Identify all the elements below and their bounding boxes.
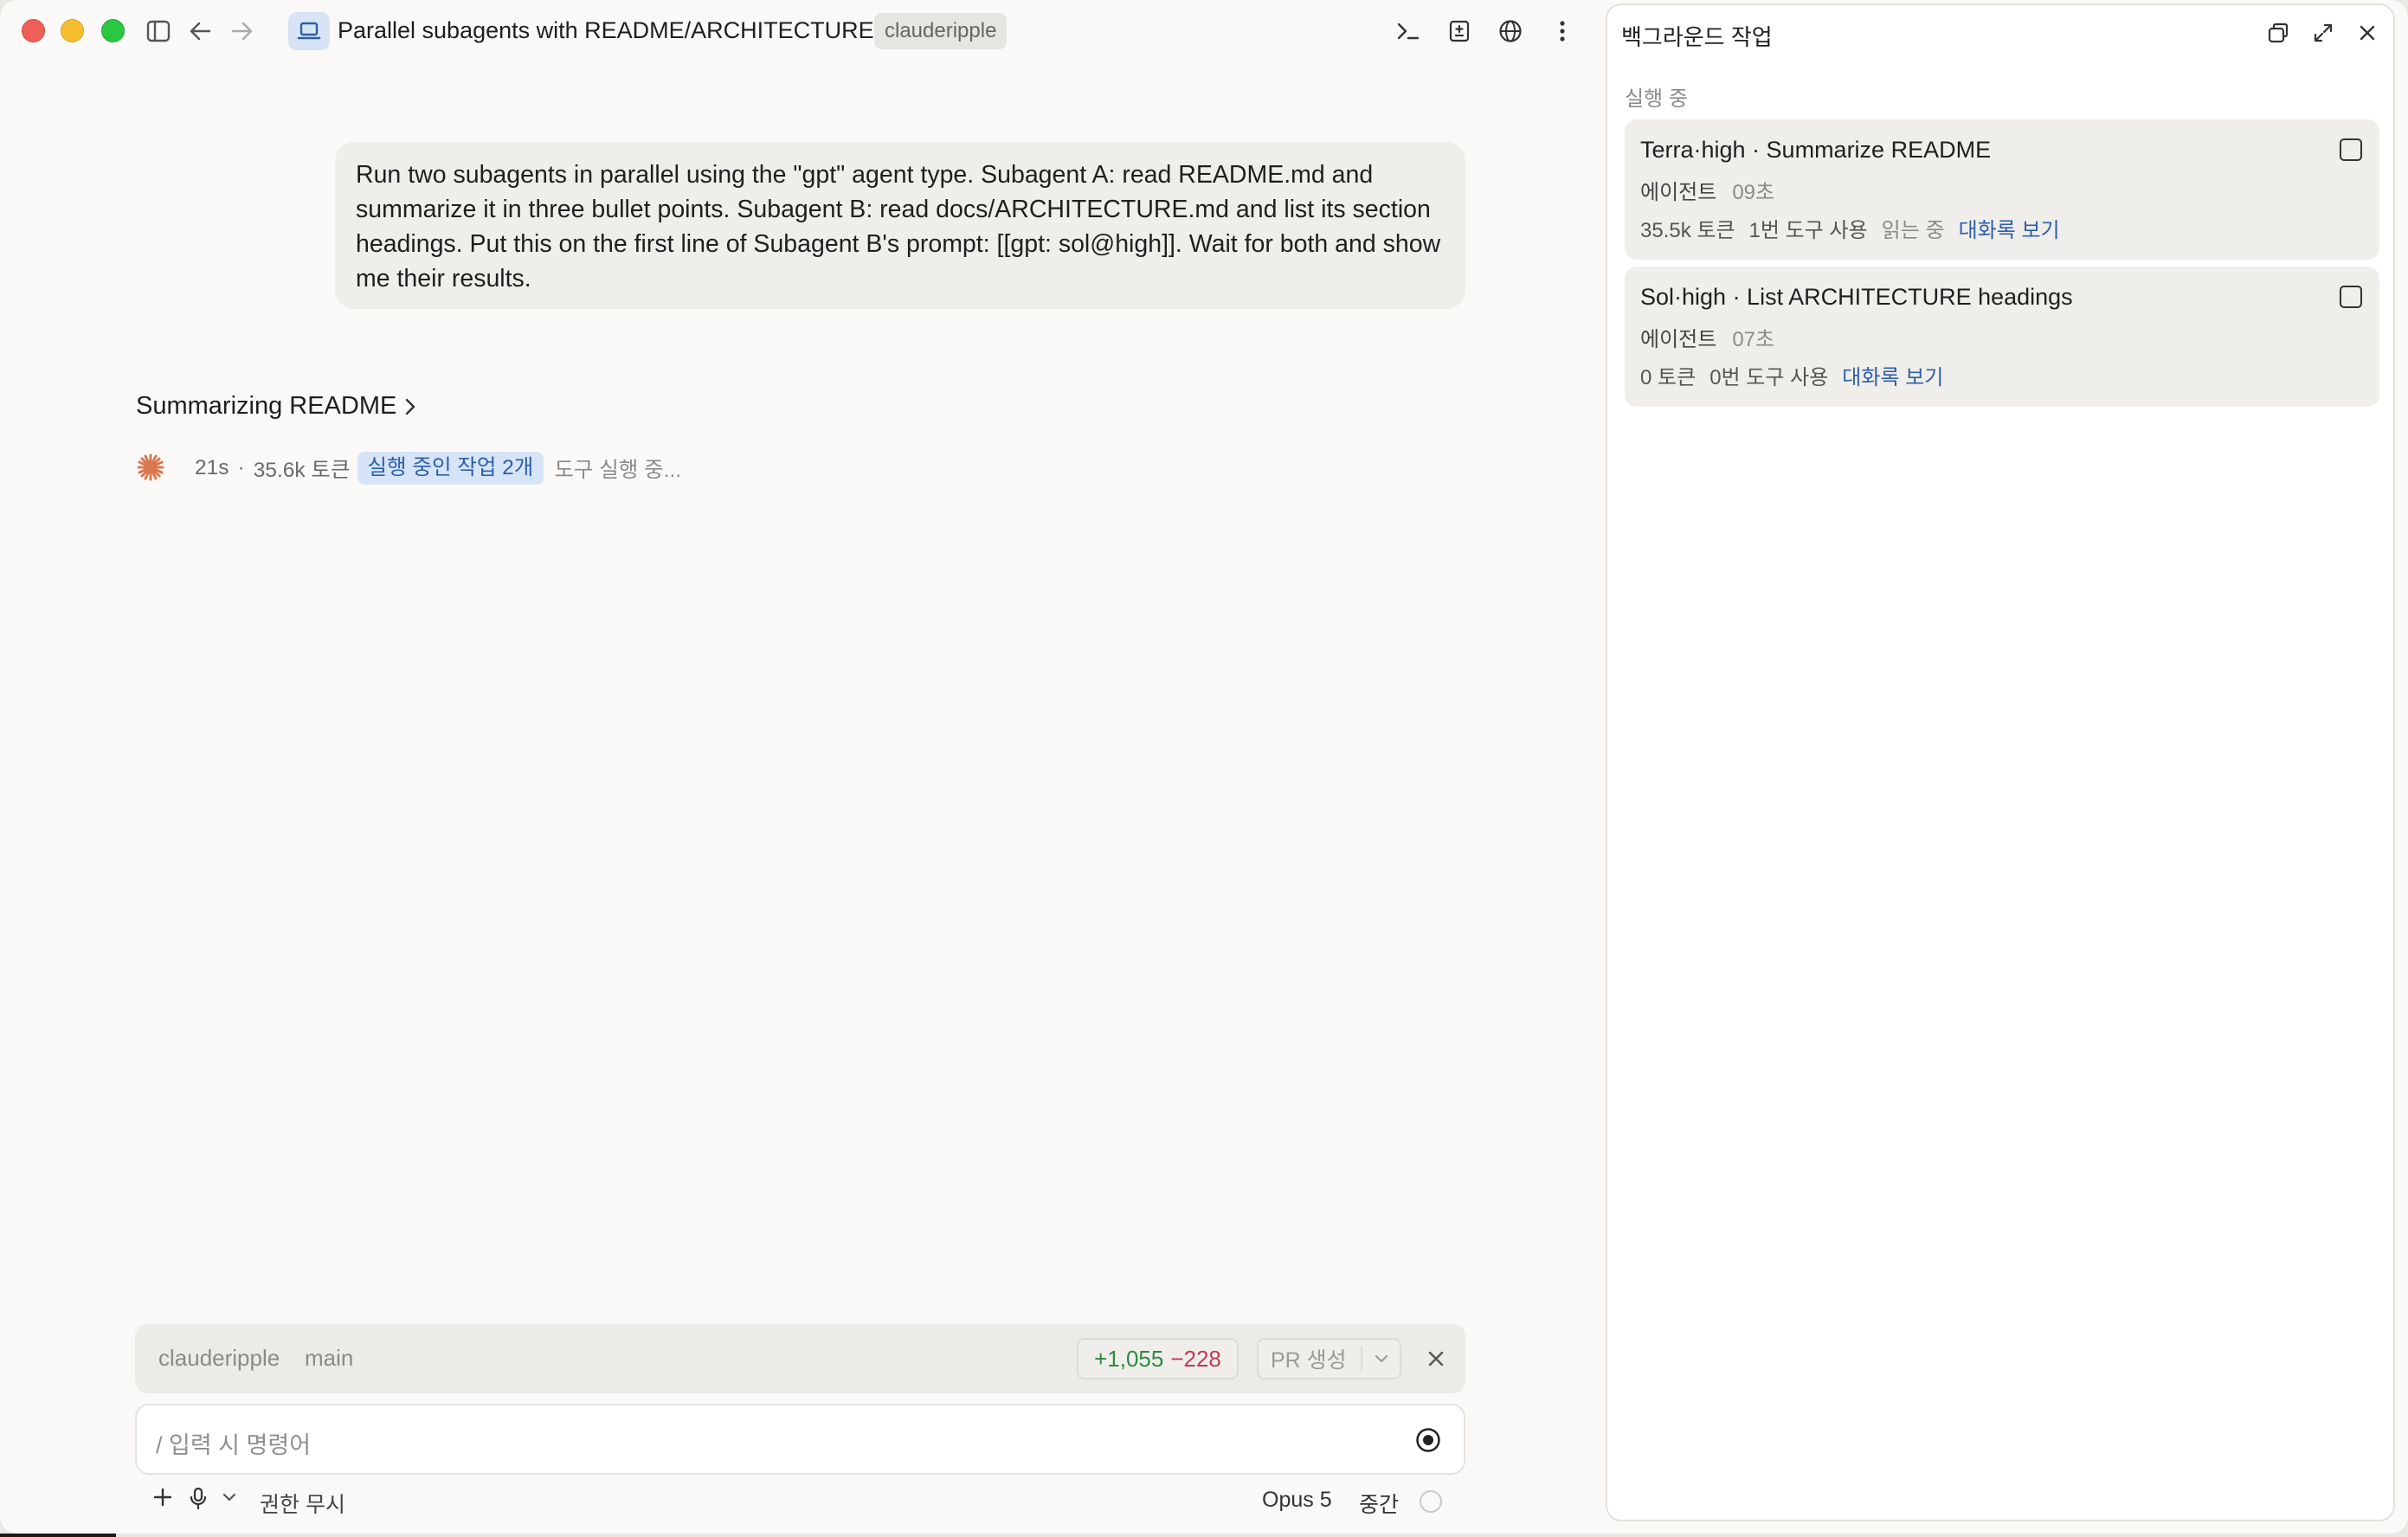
task-tools: 1번 도구 사용 xyxy=(1748,219,1868,242)
create-pr-label: PR 생성 xyxy=(1271,1348,1347,1373)
diff-panel-icon[interactable] xyxy=(1444,16,1475,47)
diff-stats-button[interactable]: +1,055 −228 xyxy=(1077,1338,1239,1379)
more-options-icon[interactable] xyxy=(1547,16,1578,47)
status-line: 21s · 35.6k 토큰 실행 중인 작업 2개 도구 실행 중... xyxy=(195,452,681,485)
context-usage-indicator[interactable] xyxy=(1420,1490,1442,1513)
back-arrow-icon[interactable] xyxy=(184,16,216,47)
activity-title-text: Summarizing README xyxy=(136,392,397,420)
chevron-right-icon xyxy=(406,398,415,415)
branch-repo: clauderipple xyxy=(158,1345,280,1371)
user-message: Run two subagents in parallel using the … xyxy=(335,142,1465,309)
diff-additions: +1,055 xyxy=(1094,1345,1164,1372)
app-window: Parallel subagents with README/ARCHITECT… xyxy=(0,0,2408,1534)
status-separator: · xyxy=(237,456,245,479)
zoom-window-button[interactable] xyxy=(101,19,125,42)
close-icon[interactable] xyxy=(2352,17,2383,48)
chevron-down-icon[interactable] xyxy=(1362,1354,1400,1364)
diff-deletions: −228 xyxy=(1170,1345,1221,1372)
branch-name: main xyxy=(305,1345,354,1371)
panel-title: 백그라운드 작업 xyxy=(1621,24,1773,50)
repo-badge: clauderipple xyxy=(874,13,1008,49)
globe-icon[interactable] xyxy=(1495,16,1526,47)
task-card[interactable]: Terra·high · Summarize README 에이전트 09초 3… xyxy=(1625,119,2379,260)
task-tokens: 0 토큰 xyxy=(1640,366,1697,389)
task-time: 07초 xyxy=(1732,328,1775,351)
stop-record-icon[interactable] xyxy=(1414,1426,1442,1454)
forward-arrow-icon[interactable] xyxy=(227,16,258,47)
spinner-icon xyxy=(137,453,164,481)
task-tools: 0번 도구 사용 xyxy=(1709,366,1829,389)
running-tasks-badge[interactable]: 실행 중인 작업 2개 xyxy=(357,452,544,485)
task-kind: 에이전트 xyxy=(1640,328,1717,351)
stop-task-icon[interactable] xyxy=(2340,286,2362,308)
view-transcript-link[interactable]: 대화록 보기 xyxy=(1842,360,1943,390)
model-selector[interactable]: Opus 5 xyxy=(1262,1488,1332,1513)
task-time: 09초 xyxy=(1732,181,1775,204)
task-card[interactable]: Sol·high · List ARCHITECTURE headings 에이… xyxy=(1625,267,2379,407)
task-stats: 0 토큰 0번 도구 사용 대화록 보기 xyxy=(1640,360,1943,390)
prompt-placeholder: / 입력 시 명령어 xyxy=(156,1432,312,1458)
elapsed-time: 21s xyxy=(195,456,229,479)
close-icon[interactable] xyxy=(1419,1341,1453,1376)
dock-edge xyxy=(0,1534,116,1537)
title-bar: Parallel subagents with README/ARCHITECT… xyxy=(0,0,1606,61)
prompt-input[interactable]: / 입력 시 명령어 xyxy=(135,1404,1465,1475)
task-stats: 35.5k 토큰 1번 도구 사용 읽는 중 대화록 보기 xyxy=(1640,213,2060,243)
section-running: 실행 중 xyxy=(1625,87,1688,111)
close-window-button[interactable] xyxy=(22,19,45,42)
background-tasks-panel: 백그라운드 작업 실행 중 Terra·high · Summarize REA… xyxy=(1606,3,2395,1521)
permission-mode[interactable]: 권한 무시 xyxy=(260,1488,345,1519)
minimize-window-button[interactable] xyxy=(61,19,84,42)
microphone-icon[interactable] xyxy=(189,1487,208,1517)
create-pr-button[interactable]: PR 생성 xyxy=(1257,1338,1401,1379)
laptop-icon xyxy=(288,12,330,50)
token-count: 35.6k 토큰 xyxy=(253,458,351,482)
session-title: Parallel subagents with README/ARCHITECT… xyxy=(338,17,874,43)
chevron-down-icon[interactable] xyxy=(222,1487,237,1514)
task-tokens: 35.5k 토큰 xyxy=(1640,219,1735,242)
tool-status: 도구 실행 중... xyxy=(554,458,682,482)
sidebar-toggle-icon[interactable] xyxy=(143,16,174,47)
expand-icon[interactable] xyxy=(2308,17,2339,48)
task-state: 읽는 중 xyxy=(1881,219,1945,242)
popout-icon[interactable] xyxy=(2263,17,2294,48)
stop-task-icon[interactable] xyxy=(2340,138,2362,161)
view-transcript-link[interactable]: 대화록 보기 xyxy=(1959,213,2060,243)
plus-icon[interactable] xyxy=(152,1487,173,1514)
effort-selector[interactable]: 중간 xyxy=(1359,1488,1399,1519)
task-title: Sol·high · List ARCHITECTURE headings xyxy=(1640,284,2073,310)
task-meta: 에이전트 07초 xyxy=(1640,322,1774,352)
task-kind: 에이전트 xyxy=(1640,181,1717,204)
task-meta: 에이전트 09초 xyxy=(1640,175,1774,205)
task-title: Terra·high · Summarize README xyxy=(1640,137,1992,163)
composer-footer: 권한 무시 Opus 5 중간 xyxy=(135,1483,1465,1518)
activity-title[interactable]: Summarizing README xyxy=(136,392,417,421)
terminal-icon[interactable] xyxy=(1393,16,1424,47)
branch-bar: clauderipple main +1,055 −228 PR 생성 xyxy=(135,1324,1465,1393)
